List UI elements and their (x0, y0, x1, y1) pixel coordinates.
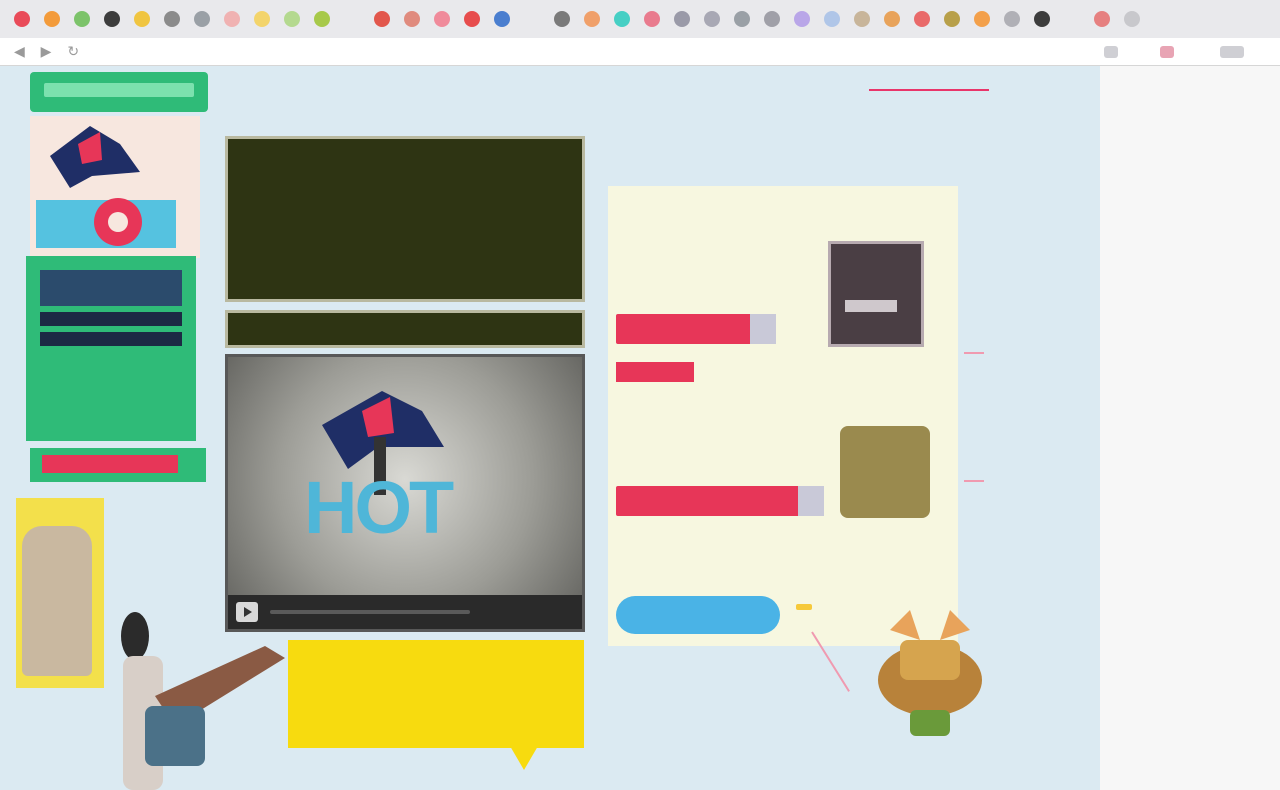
tab-favicon-icon[interactable] (614, 11, 630, 27)
tab-favicon-icon[interactable] (1064, 11, 1080, 27)
tab-favicon-icon[interactable] (944, 11, 960, 27)
tab-favicon-icon[interactable] (14, 11, 30, 27)
yellow-badge[interactable] (796, 604, 812, 610)
video-player[interactable]: HOT (225, 354, 585, 632)
feature-links (225, 310, 585, 348)
tab-favicon-icon[interactable] (914, 11, 930, 27)
tab-favicon-icon[interactable] (1034, 11, 1050, 27)
quantity-selector[interactable] (750, 314, 776, 344)
video-logo-word: HOT (304, 466, 454, 549)
tab-favicon-icon[interactable] (224, 11, 240, 27)
tab-favicon-icon[interactable] (974, 11, 990, 27)
right-header (615, 118, 1055, 121)
tab-favicon-icon[interactable] (104, 11, 120, 27)
tab-favicon-icon[interactable] (824, 11, 840, 27)
person-illustration (121, 612, 285, 790)
video-scrubber[interactable] (270, 610, 470, 614)
tab-favicon-icon[interactable] (164, 11, 180, 27)
cat-image (22, 526, 92, 676)
feature-box (225, 136, 585, 302)
tab-favicon-icon[interactable] (284, 11, 300, 27)
tab-favicon-icon[interactable] (584, 11, 600, 27)
tab-favicon-icon[interactable] (1124, 11, 1140, 27)
tab-favicon-icon[interactable] (704, 11, 720, 27)
nav-item[interactable] (523, 89, 713, 91)
signup-box (30, 448, 206, 482)
sale-tag (616, 362, 694, 382)
tab-favicon-icon[interactable] (854, 11, 870, 27)
tab-favicon-icon[interactable] (794, 11, 810, 27)
left-promo-bar (40, 332, 182, 346)
page-right-gutter (1100, 66, 1280, 790)
quantity-selector[interactable] (798, 486, 824, 516)
blue-action-button[interactable] (616, 596, 780, 634)
yellow-callout (288, 640, 584, 748)
tab-favicon-icon[interactable] (884, 11, 900, 27)
nav-item[interactable] (225, 89, 313, 91)
side-marker (964, 480, 984, 482)
left-hero-panel (30, 116, 200, 258)
page-content: HOT (0, 66, 1100, 790)
tab-favicon-icon[interactable] (734, 11, 750, 27)
tab-favicon-icon[interactable] (254, 11, 270, 27)
tab-favicon-icon[interactable] (674, 11, 690, 27)
tab-favicon-icon[interactable] (194, 11, 210, 27)
tab-favicon-icon[interactable] (44, 11, 60, 27)
buy-button[interactable] (616, 314, 776, 344)
buy-button[interactable] (616, 486, 824, 516)
tab-favicon-icon[interactable] (374, 11, 390, 27)
extension-icon[interactable] (1160, 46, 1174, 58)
tomahawk-logo-icon (36, 126, 176, 248)
nav-item[interactable] (729, 89, 853, 91)
browser-toolbar: ◀ ▶ ↻ (0, 38, 1280, 66)
nav-item[interactable] (869, 89, 989, 91)
bookmark-icon[interactable] (1104, 46, 1118, 58)
tab-favicon-icon[interactable] (74, 11, 90, 27)
tab-favicon-icon[interactable] (404, 11, 420, 27)
nav-item[interactable] (461, 89, 507, 91)
browser-tabstrip (0, 0, 1280, 38)
side-marker (964, 352, 984, 354)
left-promo-bar (40, 312, 182, 326)
callout-tail (510, 746, 538, 770)
tab-favicon-icon[interactable] (1094, 11, 1110, 27)
play-button[interactable] (236, 602, 258, 622)
tab-favicon-icon[interactable] (1004, 11, 1020, 27)
signup-button[interactable] (42, 455, 178, 473)
video-logo-title: HOT (304, 465, 454, 550)
back-forward-icons[interactable]: ◀ ▶ ↻ (14, 43, 85, 60)
mascot-character (878, 610, 982, 736)
top-nav (225, 89, 989, 91)
tab-favicon-icon[interactable] (764, 11, 780, 27)
menu-icon[interactable] (1220, 46, 1244, 58)
tab-favicon-icon[interactable] (644, 11, 660, 27)
site-logo-strip[interactable] (30, 72, 208, 112)
tab-favicon-icon[interactable] (134, 11, 150, 27)
nav-item[interactable] (329, 89, 387, 91)
tab-favicon-icon[interactable] (494, 11, 510, 27)
tab-favicon-icon[interactable] (524, 11, 540, 27)
video-controls (228, 595, 582, 629)
nav-item[interactable] (403, 89, 445, 91)
product-image[interactable] (828, 241, 924, 347)
product-panel (608, 186, 958, 646)
tab-favicon-icon[interactable] (344, 11, 360, 27)
left-promo-block (40, 270, 182, 306)
tab-favicon-icon[interactable] (434, 11, 450, 27)
tab-favicon-icon[interactable] (554, 11, 570, 27)
product-image[interactable] (840, 426, 930, 518)
tab-favicon-icon[interactable] (464, 11, 480, 27)
left-promo-box (26, 256, 196, 441)
tab-favicon-icon[interactable] (314, 11, 330, 27)
